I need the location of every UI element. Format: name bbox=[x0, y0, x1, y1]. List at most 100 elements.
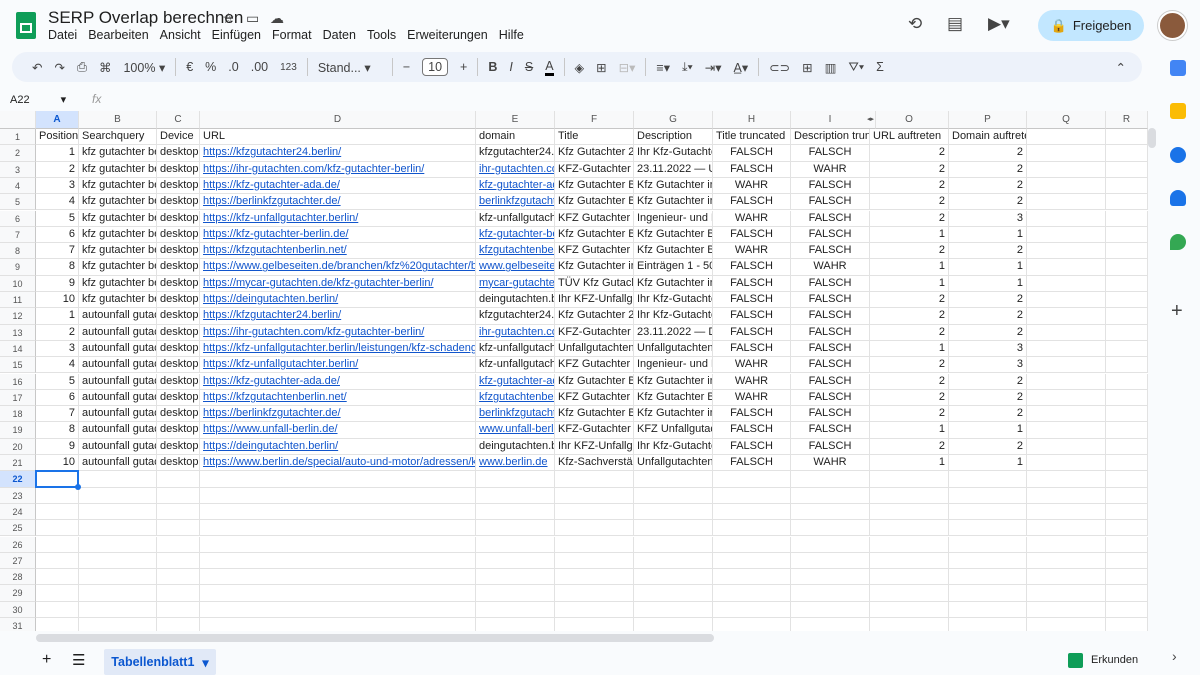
cell[interactable]: FALSCH bbox=[791, 438, 870, 455]
cell[interactable]: KFZ Unfallgutac bbox=[634, 422, 713, 439]
cell[interactable]: Device bbox=[157, 129, 200, 146]
menu-datei[interactable]: Datei bbox=[48, 28, 83, 42]
cell[interactable] bbox=[555, 569, 634, 586]
cell[interactable]: 3 bbox=[949, 210, 1027, 227]
cell-link[interactable]: www.gelbeseiten bbox=[479, 260, 554, 272]
cell[interactable]: kfz-unfallgutacht bbox=[476, 340, 555, 358]
cell[interactable] bbox=[713, 618, 791, 631]
cell[interactable]: 8 bbox=[36, 422, 79, 439]
cell[interactable]: Unfallgutachten bbox=[634, 340, 713, 358]
cell[interactable]: FALSCH bbox=[791, 145, 870, 162]
number-format-button[interactable]: 123 bbox=[280, 62, 297, 73]
cell[interactable]: Ihr Kfz-Gutachte bbox=[634, 292, 713, 309]
cell[interactable]: 1 bbox=[36, 145, 79, 162]
row-header[interactable]: 4 bbox=[0, 177, 36, 195]
cell[interactable] bbox=[713, 585, 791, 602]
cell[interactable]: Kfz Gutachter Be bbox=[634, 389, 713, 407]
vertical-align-icon[interactable]: ⤓▾ bbox=[682, 60, 693, 75]
cell[interactable]: 2 bbox=[870, 324, 949, 341]
cell[interactable] bbox=[1027, 471, 1106, 488]
cell[interactable] bbox=[870, 520, 949, 537]
column-header[interactable]: D bbox=[200, 111, 476, 129]
cell[interactable]: FALSCH bbox=[791, 308, 870, 325]
tasks-icon[interactable] bbox=[1170, 147, 1186, 163]
cell[interactable]: kfz gutachter ber bbox=[79, 210, 157, 227]
borders-icon[interactable]: ⊞ bbox=[596, 60, 606, 75]
cell[interactable]: https://ihr-gutachten.com/kfz-gutachter-… bbox=[200, 161, 476, 178]
cell[interactable] bbox=[200, 552, 476, 570]
cell[interactable]: 2 bbox=[949, 161, 1027, 178]
cell-link[interactable]: https://ihr-gutachten.com/kfz-gutachter-… bbox=[203, 163, 424, 175]
cell-link[interactable]: https://www.gelbeseiten.de/branchen/kfz%… bbox=[203, 260, 475, 272]
cell[interactable]: kfz-gutachter-ad bbox=[476, 373, 555, 390]
cell[interactable] bbox=[157, 471, 200, 488]
cell[interactable]: autounfall gutach bbox=[79, 340, 157, 358]
row-header[interactable]: 23 bbox=[0, 487, 36, 504]
currency-button[interactable]: € bbox=[186, 60, 193, 74]
row-header[interactable]: 8 bbox=[0, 243, 36, 260]
cell-link[interactable]: https://deingutachten.berlin/ bbox=[203, 440, 338, 452]
cell[interactable] bbox=[1106, 243, 1148, 260]
cell[interactable] bbox=[634, 552, 713, 570]
cell[interactable] bbox=[200, 471, 476, 488]
cell[interactable] bbox=[1106, 308, 1148, 325]
cell[interactable] bbox=[1106, 275, 1148, 292]
cell[interactable] bbox=[791, 503, 870, 521]
cell[interactable] bbox=[200, 618, 476, 631]
print-icon[interactable]: ⎙ bbox=[77, 60, 87, 75]
cell[interactable]: kfzgutachtenberl bbox=[476, 243, 555, 260]
cell[interactable]: Kfz Gutachter in bbox=[555, 259, 634, 276]
column-header[interactable]: C bbox=[157, 111, 200, 129]
cell[interactable] bbox=[1027, 275, 1106, 292]
cell[interactable]: autounfall gutach bbox=[79, 422, 157, 439]
cell[interactable] bbox=[634, 503, 713, 521]
column-header[interactable]: E bbox=[476, 111, 555, 129]
comments-icon[interactable]: ▤ bbox=[947, 14, 963, 34]
cell[interactable] bbox=[200, 569, 476, 586]
increase-decimal-button[interactable]: .00 bbox=[251, 60, 268, 74]
cell[interactable]: kfz gutachter ber bbox=[79, 145, 157, 162]
cell-link[interactable]: https://www.berlin.de/special/auto-und-m… bbox=[203, 456, 475, 468]
cell[interactable] bbox=[634, 471, 713, 488]
cell[interactable]: FALSCH bbox=[713, 438, 791, 455]
star-icon[interactable]: ☆ bbox=[222, 10, 235, 27]
cell[interactable] bbox=[791, 552, 870, 570]
cell[interactable] bbox=[476, 503, 555, 521]
cell[interactable]: FALSCH bbox=[791, 243, 870, 260]
cell[interactable]: FALSCH bbox=[791, 177, 870, 195]
cell[interactable]: desktop bbox=[157, 145, 200, 162]
cell[interactable]: FALSCH bbox=[713, 275, 791, 292]
horizontal-align-icon[interactable]: ≡▾ bbox=[656, 60, 670, 75]
cell[interactable]: Unfallgutachten bbox=[634, 455, 713, 472]
cell[interactable] bbox=[1106, 471, 1148, 488]
row-header[interactable]: 26 bbox=[0, 536, 36, 553]
cell[interactable]: Kfz Gutachter in bbox=[634, 373, 713, 390]
cell[interactable] bbox=[791, 618, 870, 631]
cell[interactable] bbox=[713, 503, 791, 521]
cell[interactable] bbox=[713, 601, 791, 618]
cell[interactable]: 1 bbox=[949, 455, 1027, 472]
cell-link[interactable]: www.unfall-berlin bbox=[479, 423, 554, 435]
cell[interactable] bbox=[1027, 194, 1106, 211]
cell[interactable]: 2 bbox=[870, 406, 949, 423]
cell[interactable]: Ingenieur- und K bbox=[634, 357, 713, 374]
text-color-button[interactable]: A bbox=[545, 59, 554, 76]
cell[interactable] bbox=[79, 487, 157, 504]
column-header[interactable]: R bbox=[1106, 111, 1148, 129]
cell[interactable] bbox=[1106, 536, 1148, 553]
cell[interactable]: 2 bbox=[870, 438, 949, 455]
cell[interactable]: desktop bbox=[157, 357, 200, 374]
column-header[interactable]: Q bbox=[1027, 111, 1106, 129]
row-header[interactable]: 29 bbox=[0, 585, 36, 602]
cell-link[interactable]: kfz-gutachter-ad bbox=[479, 375, 554, 387]
undo-icon[interactable]: ↶ bbox=[32, 60, 42, 75]
cell[interactable] bbox=[1027, 503, 1106, 521]
zoom-select[interactable]: 100% ▾ bbox=[123, 60, 165, 75]
cell[interactable]: 2 bbox=[36, 161, 79, 178]
cell[interactable]: Kfz-Sachverstän bbox=[555, 455, 634, 472]
cell[interactable] bbox=[36, 520, 79, 537]
cell[interactable]: 6 bbox=[36, 389, 79, 407]
cell[interactable]: kfz gutachter ber bbox=[79, 177, 157, 195]
cell[interactable] bbox=[1027, 145, 1106, 162]
cell[interactable] bbox=[200, 536, 476, 553]
